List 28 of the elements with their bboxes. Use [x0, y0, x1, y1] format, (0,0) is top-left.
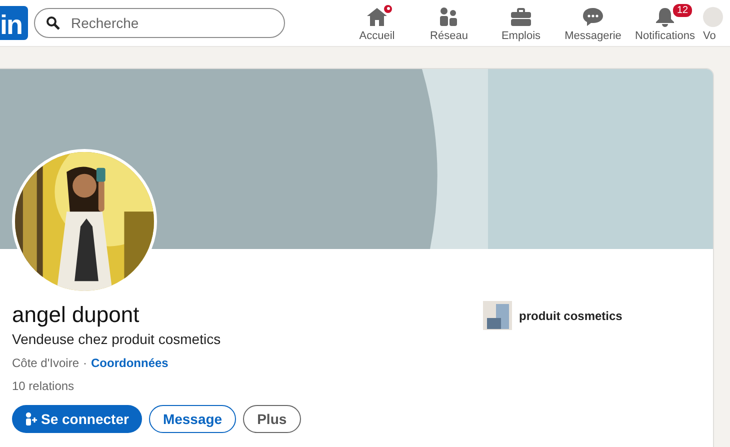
notification-count: 12 — [671, 2, 694, 18]
location-text: Côte d'Ivoire — [12, 356, 79, 370]
profile-headline: Vendeuse chez produit cosmetics — [12, 331, 222, 347]
company-logo-icon — [483, 301, 512, 330]
linkedin-logo[interactable]: in — [0, 6, 28, 40]
action-button[interactable]: Message — [148, 405, 236, 433]
nav-item[interactable]: Messagerie — [564, 30, 622, 42]
search-icon — [46, 16, 60, 30]
nav-item[interactable]: Notifications — [635, 30, 695, 42]
home-icon — [366, 6, 388, 26]
avatar-icon — [703, 6, 723, 26]
chat-icon — [582, 6, 604, 26]
nav-item[interactable]: Vo — [703, 30, 716, 42]
profile-name: angel dupont — [12, 301, 140, 329]
people-icon — [439, 6, 459, 26]
action-button[interactable]: Plus — [243, 405, 301, 433]
nav-item[interactable]: Réseau — [430, 30, 468, 42]
add-person-icon — [25, 412, 37, 426]
bell-icon — [655, 6, 675, 26]
contact-info-link[interactable]: Coordonnées — [91, 356, 168, 370]
separator-dot: · — [83, 356, 87, 370]
action-button[interactable]: Se connecter — [12, 405, 142, 433]
briefcase-icon — [510, 6, 532, 26]
nav-item[interactable]: Accueil — [359, 30, 395, 42]
nav-item[interactable]: Emplois — [501, 30, 541, 42]
company-name[interactable]: produit cosmetics — [519, 308, 622, 322]
search-field[interactable]: Recherche — [34, 8, 285, 38]
connections-count: 10 relations — [12, 379, 76, 393]
